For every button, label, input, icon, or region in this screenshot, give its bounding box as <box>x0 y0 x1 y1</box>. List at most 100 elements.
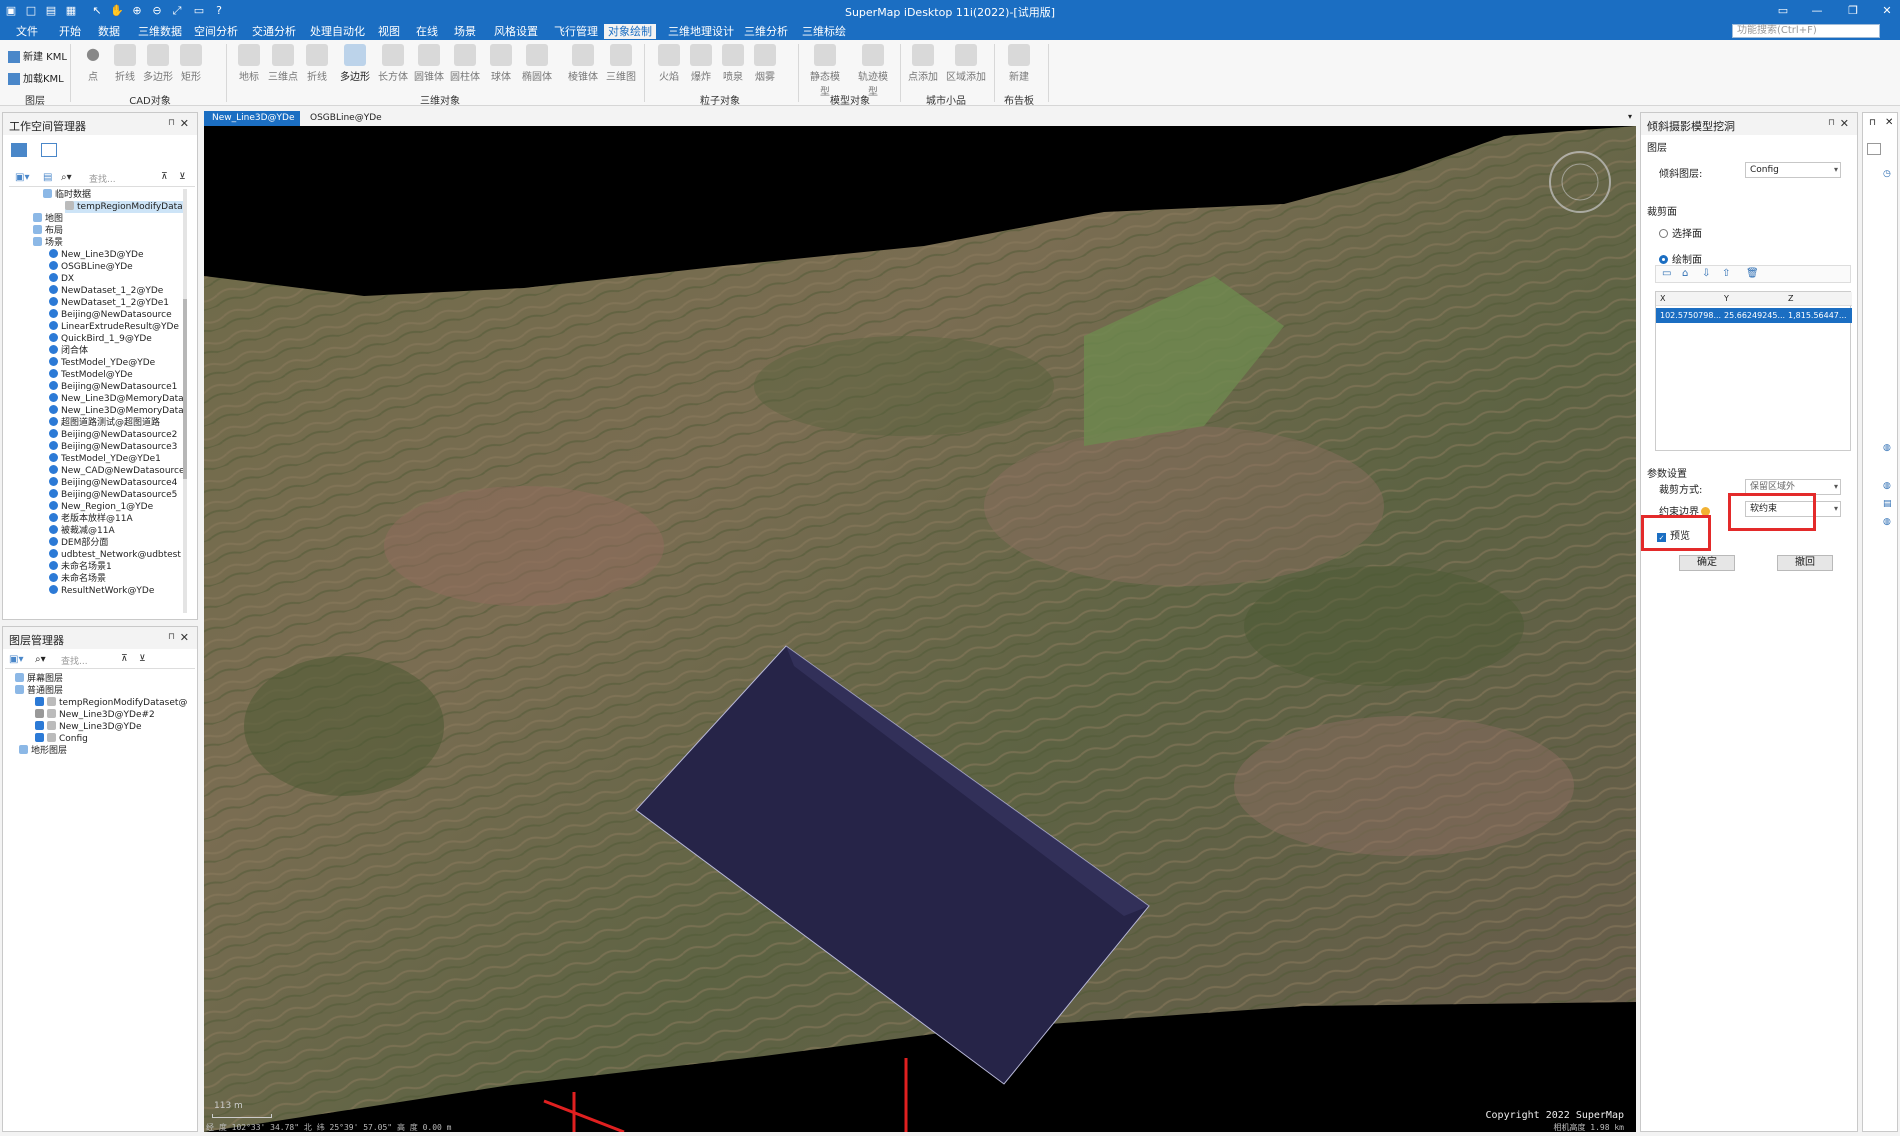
full-extent-icon[interactable]: ⤢ <box>170 4 184 18</box>
menu-flight[interactable]: 飞行管理 <box>550 24 602 39</box>
menu-3d-analysis[interactable]: 三维分析 <box>740 24 792 39</box>
menu-scene[interactable]: 场景 <box>450 24 480 39</box>
visible-eye-icon[interactable] <box>35 721 44 730</box>
tab-new-line3d[interactable]: New_Line3D@YDe✕ <box>204 111 300 137</box>
globe-icon[interactable]: ◍ <box>1883 481 1891 491</box>
scene-tree-item[interactable]: udbtest_Network@udbtest <box>49 549 181 561</box>
fountain-button[interactable]: 喷泉 <box>718 44 748 83</box>
resource-view-icon[interactable] <box>41 143 57 157</box>
search-up-icon[interactable]: ⊼ <box>121 654 128 664</box>
pan-icon[interactable]: ✋ <box>110 4 124 18</box>
menu-online[interactable]: 在线 <box>412 24 442 39</box>
minimize-icon[interactable]: — <box>1810 4 1824 18</box>
scene-tree-item[interactable]: NewDataset_1_2@YDe <box>49 285 163 297</box>
menu-3d-data[interactable]: 三维数据 <box>134 24 186 39</box>
scene-tree-item[interactable]: 未命名场景1 <box>49 561 112 573</box>
scene-tree-item[interactable]: 闭合体 <box>49 345 88 357</box>
visible-eye-icon[interactable] <box>35 697 44 706</box>
scene-tree-item[interactable]: TestModel@YDe <box>49 369 133 381</box>
visible-eye-icon[interactable] <box>35 733 44 742</box>
scene-tree-item[interactable]: Beijing@NewDatasource <box>49 309 172 321</box>
cuboid-button[interactable]: 长方体 <box>378 44 408 83</box>
menu-style[interactable]: 风格设置 <box>490 24 542 39</box>
select-icon[interactable]: ↖ <box>90 4 104 18</box>
3d-point-button[interactable]: 三维点 <box>268 44 298 83</box>
scene-tree-item[interactable]: OSGBLine@YDe <box>49 261 133 273</box>
search-down-icon[interactable]: ⊻ <box>139 654 146 664</box>
workspace-view-icon[interactable] <box>11 143 27 157</box>
smoke-button[interactable]: 烟雾 <box>750 44 780 83</box>
delete-icon[interactable]: 🗑 <box>1746 268 1759 279</box>
menu-object-draw[interactable]: 对象绘制 <box>604 24 656 39</box>
workspace-open-icon[interactable]: ▤ <box>43 172 52 183</box>
workspace-search-input[interactable]: 查找... <box>89 172 116 185</box>
pin-icon[interactable]: ⊓ <box>1869 118 1876 128</box>
layer-config[interactable]: Config <box>35 733 88 745</box>
layer-temp-region[interactable]: tempRegionModifyDataset@ <box>35 697 187 709</box>
scene-tree-item[interactable]: TestModel_YDe@YDe1 <box>49 453 161 465</box>
tab-list-dropdown-icon[interactable]: ▾ <box>1628 112 1632 121</box>
search-up-icon[interactable]: ⊼ <box>161 172 168 182</box>
import-icon[interactable]: ⇩ <box>1702 268 1710 279</box>
menu-file[interactable]: 文件 <box>12 24 42 39</box>
layer-menu-icon[interactable]: ▣▾ <box>9 654 23 665</box>
hidden-eye-icon[interactable] <box>35 709 44 718</box>
globe-icon[interactable]: ◍ <box>1883 443 1891 453</box>
scene-tree-item[interactable]: New_Region_1@YDe <box>49 501 153 513</box>
explosion-button[interactable]: 爆炸 <box>686 44 716 83</box>
scene-tree-item[interactable]: NewDataset_1_2@YDe1 <box>49 297 169 309</box>
scene-tree-item[interactable]: 被裁减@11A <box>49 525 115 537</box>
undo-button[interactable]: 撤回 <box>1777 555 1833 571</box>
clock-icon[interactable]: ◷ <box>1883 169 1891 179</box>
scene-tree-item[interactable]: Beijing@NewDatasource3 <box>49 441 177 453</box>
database-icon[interactable]: ▤ <box>1883 499 1892 509</box>
tab-osgbline[interactable]: OSGBLine@YDe <box>302 111 382 126</box>
3d-scene-viewport[interactable]: 113 m Copyright 2022 SuperMap 经 度 102°33… <box>204 126 1636 1132</box>
folder-icon[interactable] <box>1867 143 1881 155</box>
scene-tree-item[interactable]: Beijing@NewDatasource5 <box>49 489 177 501</box>
cad-polyline-button[interactable]: 折线 <box>110 44 140 83</box>
region-add-button[interactable]: 区域添加 <box>946 44 986 83</box>
tree-folder[interactable]: 地图 <box>33 213 63 225</box>
search-down-icon[interactable]: ⊻ <box>179 172 186 182</box>
zoom-in-icon[interactable]: ⊕ <box>130 4 144 18</box>
save-icon[interactable]: ▦ <box>64 4 78 18</box>
scene-tree-item[interactable]: ResultNetWork@YDe <box>49 585 154 597</box>
cad-polygon-button[interactable]: 多边形 <box>143 44 173 83</box>
export-icon[interactable]: ⇧ <box>1722 268 1730 279</box>
workspace-scrollbar[interactable] <box>183 189 187 613</box>
restore-icon[interactable]: ❐ <box>1846 4 1860 18</box>
layer-line3d-2[interactable]: New_Line3D@YDe#2 <box>35 709 155 721</box>
flame-button[interactable]: 火焰 <box>654 44 684 83</box>
point-add-button[interactable]: 点添加 <box>906 44 940 83</box>
new-kml-button[interactable]: 新建 KML <box>8 48 67 63</box>
menu-3d-geodesign[interactable]: 三维地理设计 <box>664 24 738 39</box>
pin-icon[interactable]: ⊓ <box>168 632 175 642</box>
ok-button[interactable]: 确定 <box>1679 555 1735 571</box>
select-face-radio[interactable]: 选择面 <box>1659 225 1702 240</box>
layer-terrain[interactable]: 地形图层 <box>19 745 67 757</box>
scene-tree-item[interactable]: TestModel_YDe@YDe <box>49 357 155 369</box>
tree-folder[interactable]: 临时数据 <box>43 189 91 201</box>
scene-tree-item[interactable]: New_CAD@NewDatasource <box>49 465 185 477</box>
cone-button[interactable]: 圆锥体 <box>414 44 444 83</box>
track-model-button[interactable]: 轨迹模型 <box>854 44 892 98</box>
3d-polyline-button[interactable]: 折线 <box>302 44 332 83</box>
3d-polygon-button[interactable]: 多边形 <box>340 44 370 83</box>
layer-screen[interactable]: 屏幕图层 <box>15 673 63 685</box>
close-panel-icon[interactable]: ✕ <box>1885 117 1893 128</box>
globe-icon[interactable]: ◍ <box>1883 517 1891 527</box>
close-panel-icon[interactable]: ✕ <box>1840 117 1849 130</box>
layer-search-input[interactable]: 查找... <box>61 654 88 667</box>
draw-face-radio[interactable]: 绘制面 <box>1659 251 1702 266</box>
3d-graph-button[interactable]: 三维图 <box>606 44 636 83</box>
cylinder-button[interactable]: 圆柱体 <box>450 44 480 83</box>
close-icon[interactable]: ✕ <box>1880 4 1894 18</box>
sphere-button[interactable]: 球体 <box>486 44 516 83</box>
add-kml-button[interactable]: 加载KML <box>8 70 64 85</box>
scene-tree-item[interactable]: 老版本放样@11A <box>49 513 133 525</box>
menu-traffic-analysis[interactable]: 交通分析 <box>248 24 300 39</box>
landmark-button[interactable]: 地标 <box>234 44 264 83</box>
tree-folder[interactable]: 场景 <box>33 237 63 249</box>
open-icon[interactable]: ▤ <box>44 4 58 18</box>
